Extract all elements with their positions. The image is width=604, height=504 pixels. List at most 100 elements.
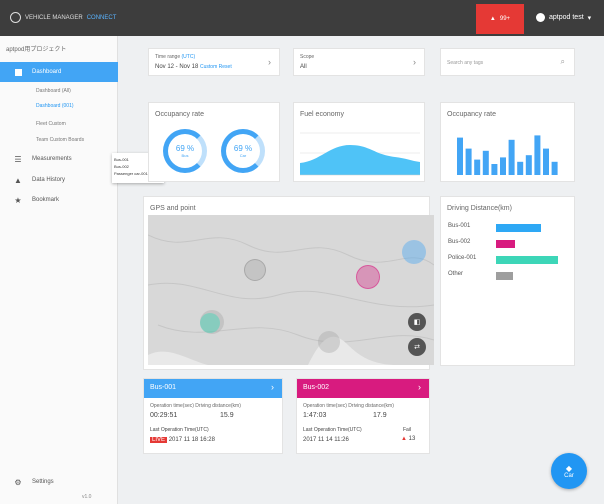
map-point[interactable] bbox=[244, 259, 266, 281]
distance-label: Bus-002 bbox=[448, 239, 471, 245]
last-op-value: 2017 11 18 16:28 bbox=[168, 437, 215, 443]
app-logo[interactable]: VEHICLE MANAGER CONNECT bbox=[10, 12, 116, 23]
occupancy-bar bbox=[465, 148, 472, 175]
map-point[interactable] bbox=[200, 313, 220, 333]
widget-title: Fuel economy bbox=[300, 111, 344, 118]
sidebar: aptpod用プロジェクト Dashboard Dashboard (All) … bbox=[0, 36, 118, 504]
occupancy-bar-chart bbox=[457, 135, 558, 175]
user-menu[interactable]: aptpod test ▾ bbox=[536, 13, 591, 22]
occupancy-bar-widget[interactable]: Occupancy rate bbox=[440, 102, 575, 182]
time-range-tag: (UTC) bbox=[181, 54, 196, 60]
stat-label: Operation time(sec) Driving distance(km) bbox=[303, 403, 394, 409]
fab-label: Car bbox=[564, 472, 574, 479]
time-range-label: Time range bbox=[155, 54, 181, 60]
chevron-right-icon: › bbox=[418, 382, 421, 392]
sidebar-item-label: Bookmark bbox=[32, 197, 60, 203]
map-point[interactable] bbox=[402, 240, 426, 264]
sidebar-item-label: Dashboard bbox=[32, 69, 62, 75]
time-range-value: Nov 12 - Nov 18 bbox=[155, 64, 199, 70]
sidebar-item-label: Measurements bbox=[32, 156, 72, 162]
dashboard-icon bbox=[14, 68, 22, 76]
last-op-label: Last Operation Time(UTC) bbox=[150, 427, 209, 433]
logo-text: VEHICLE MANAGER bbox=[25, 14, 83, 21]
fail-wrap: ▲ 13 bbox=[401, 436, 415, 442]
fail-count: 13 bbox=[408, 436, 416, 442]
vehicle-name: Bus-002 bbox=[303, 384, 330, 391]
sidebar-item-label: Data History bbox=[32, 177, 66, 183]
occupancy-bar bbox=[482, 150, 489, 175]
occupancy-bar bbox=[551, 161, 558, 175]
occupancy-bar bbox=[500, 157, 506, 175]
shuffle-icon[interactable]: ⇄ bbox=[408, 338, 426, 356]
time-range-label-wrap: Time range (UTC) bbox=[155, 54, 195, 60]
fail-label: Fail bbox=[403, 427, 412, 433]
gear-icon: ⚙ bbox=[14, 477, 22, 487]
occupancy-bar bbox=[543, 148, 549, 175]
occupancy-bar bbox=[474, 159, 481, 175]
vehicle-card[interactable]: Bus-001 › Operation time(sec) Driving di… bbox=[143, 378, 283, 454]
star-icon: ★ bbox=[14, 195, 22, 205]
version-label: v1.0 bbox=[82, 494, 92, 500]
caret-down-icon: ▾ bbox=[587, 14, 592, 22]
alert-count: 99+ bbox=[499, 16, 511, 22]
driving-distance-widget[interactable]: Driving Distance(km) bbox=[440, 196, 575, 366]
scope-filter[interactable]: Scope All › bbox=[293, 48, 425, 76]
scope-label: Scope bbox=[300, 54, 315, 60]
sidebar-item-bookmark[interactable]: ★ Bookmark bbox=[0, 190, 118, 210]
driving-distance: 15.9 bbox=[220, 412, 234, 419]
gps-map[interactable]: ◧ ⇄ bbox=[148, 215, 434, 365]
operation-time: 00:29:51 bbox=[150, 412, 178, 419]
sub-item-fleet-custom[interactable]: Fleet Custom bbox=[36, 121, 66, 127]
distance-bar bbox=[496, 240, 515, 248]
list-icon: ☰ bbox=[14, 154, 22, 164]
donut-sub: Bus bbox=[181, 153, 189, 158]
chevron-right-icon: › bbox=[268, 57, 271, 67]
fuel-area-chart bbox=[300, 132, 420, 176]
sidebar-item-data-history[interactable]: ▲ Data History bbox=[0, 170, 118, 190]
project-name[interactable]: aptpod用プロジェクト bbox=[6, 44, 66, 53]
warning-icon: ▲ bbox=[489, 16, 496, 22]
occupancy-rate-widget[interactable]: Occupancy rate 69 % Bus 69 % Car bbox=[148, 102, 280, 182]
occupancy-bar bbox=[517, 161, 524, 175]
vehicle-card-header[interactable]: Bus-001 › bbox=[144, 379, 282, 398]
tag-search[interactable]: Search any tags ⌕ bbox=[440, 48, 575, 76]
car-icon: ◆ bbox=[565, 463, 573, 473]
map-terrain bbox=[148, 234, 434, 365]
time-range-link[interactable]: Custom Reset bbox=[200, 64, 232, 70]
operation-time: 1:47:03 bbox=[303, 412, 327, 419]
donut-value: 69 % bbox=[175, 144, 195, 153]
vehicle-card[interactable]: Bus-002 › Operation time(sec) Driving di… bbox=[296, 378, 430, 454]
distance-label: Other bbox=[448, 271, 464, 277]
vehicle-name: Bus-001 bbox=[150, 384, 177, 391]
logo-icon bbox=[10, 12, 21, 23]
time-range-value-wrap: Nov 12 - Nov 18 Custom Reset bbox=[155, 64, 232, 70]
sidebar-item-measurements[interactable]: ☰ Measurements bbox=[0, 149, 118, 169]
last-op-value: 2017 11 14 11:26 bbox=[303, 437, 349, 443]
scope-value: All bbox=[300, 64, 307, 70]
distance-bar bbox=[496, 256, 558, 264]
sidebar-item-dashboard[interactable]: Dashboard bbox=[0, 62, 118, 82]
occupancy-donut: 69 % Car bbox=[221, 129, 265, 173]
search-input[interactable]: Search any tags bbox=[447, 60, 483, 66]
alert-button[interactable]: ▲ 99+ bbox=[476, 4, 524, 34]
sidebar-item-settings[interactable]: ⚙ Settings bbox=[0, 472, 118, 492]
sub-item-dashboard-all[interactable]: Dashboard (All) bbox=[36, 88, 71, 94]
fuel-economy-widget[interactable]: Fuel economy bbox=[293, 102, 425, 182]
map-point[interactable] bbox=[318, 331, 340, 353]
warning-icon: ▲ bbox=[14, 175, 22, 185]
sub-item-dashboard-001[interactable]: Dashboard (001) bbox=[36, 103, 74, 109]
user-icon bbox=[536, 13, 545, 22]
distance-label: Bus-001 bbox=[448, 223, 471, 229]
car-fab-button[interactable]: ◆ Car bbox=[551, 453, 587, 489]
chevron-right-icon: › bbox=[413, 57, 416, 67]
vehicle-card-header[interactable]: Bus-002 › bbox=[297, 379, 429, 398]
time-range-filter[interactable]: Time range (UTC) Nov 12 - Nov 18 Custom … bbox=[148, 48, 280, 76]
distance-bar bbox=[496, 272, 514, 280]
sub-item-team-custom[interactable]: Team Custom Boards bbox=[36, 137, 84, 143]
map-point[interactable] bbox=[356, 265, 380, 289]
occupancy-bar bbox=[457, 137, 463, 175]
logo-sub: CONNECT bbox=[86, 14, 117, 21]
layers-icon[interactable]: ◧ bbox=[408, 313, 426, 331]
widget-title: GPS and point bbox=[150, 205, 196, 212]
occupancy-bar bbox=[491, 164, 498, 175]
